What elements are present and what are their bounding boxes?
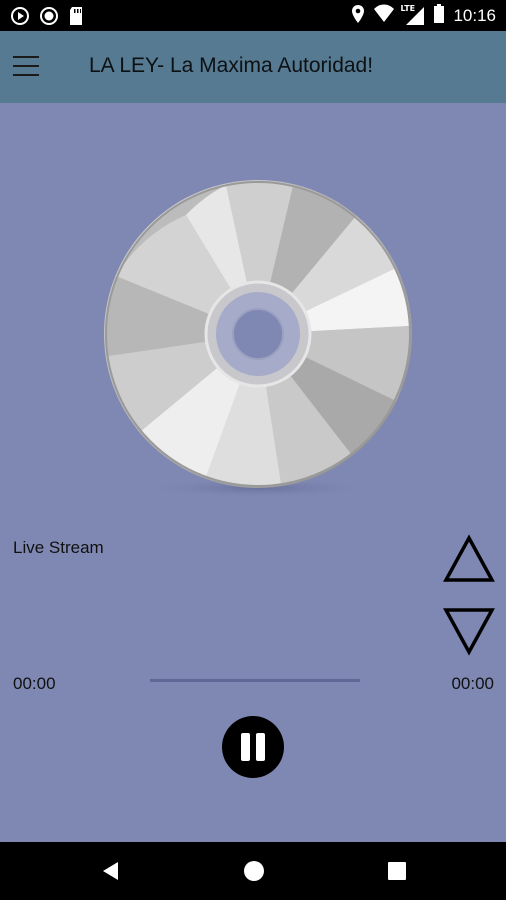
status-time: 10:16: [453, 6, 496, 25]
recents-icon[interactable]: [385, 859, 409, 883]
play-notification-icon: [10, 6, 30, 30]
seek-bar[interactable]: [150, 679, 360, 682]
status-notifications: [10, 6, 84, 30]
triangle-up-icon[interactable]: [443, 534, 495, 584]
duration-time: 00:00: [451, 674, 494, 693]
elapsed-time: 00:00: [13, 674, 56, 693]
status-bar: LTE 10:16: [0, 0, 506, 31]
wifi-icon: [373, 4, 395, 28]
triangle-down-icon[interactable]: [443, 606, 495, 656]
cd-disc-icon: [96, 176, 420, 500]
lte-label: LTE: [400, 4, 416, 13]
hamburger-menu-icon[interactable]: [13, 53, 41, 81]
app-toolbar: LA LEY- La Maxima Autoridad!: [0, 31, 506, 103]
home-icon[interactable]: [242, 859, 266, 883]
pause-button[interactable]: [222, 716, 284, 778]
track-label: Live Stream: [13, 538, 104, 557]
battery-icon: [433, 4, 445, 28]
sd-card-icon: [68, 6, 84, 30]
signal-icon: LTE: [400, 4, 425, 26]
back-icon[interactable]: [99, 859, 123, 883]
page-title: LA LEY- La Maxima Autoridad!: [89, 54, 374, 77]
status-system-icons: LTE 10:16: [351, 4, 496, 28]
record-notification-icon: [39, 6, 59, 30]
navigation-bar: [0, 842, 506, 900]
location-icon: [351, 4, 365, 28]
